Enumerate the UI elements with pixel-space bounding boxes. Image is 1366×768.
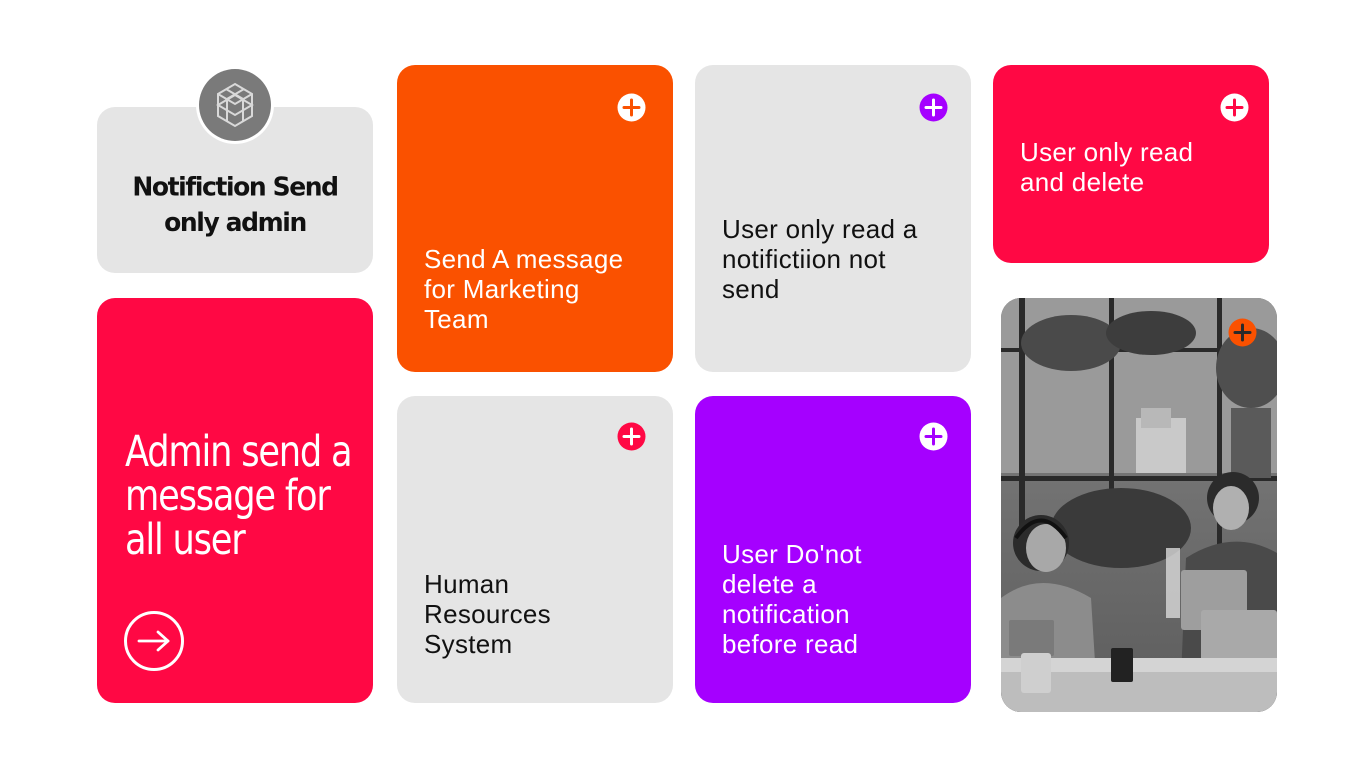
cube-knot-logo-icon: [199, 69, 271, 141]
marketing-card-text: Send A message for Marketing Team: [424, 244, 623, 334]
page-title: Notifiction Send only admin: [97, 170, 373, 241]
arrow-right-circle-icon[interactable]: [124, 611, 184, 671]
admin-card-line-2: message for: [125, 471, 331, 521]
purple-card-line-3: notification: [722, 599, 850, 629]
no-delete-before-read-card[interactable]: User Do'not delete a notification before…: [695, 396, 971, 703]
read-card-line-2: notifictiion not: [722, 244, 886, 274]
read-card-line-3: send: [722, 274, 780, 304]
delete-card-line-1: User only read: [1020, 137, 1194, 167]
office-photo: [1001, 298, 1277, 712]
admin-card-line-3: all user: [125, 515, 246, 565]
read-card-line-1: User only read a: [722, 214, 918, 244]
logo-badge: [196, 66, 274, 144]
admin-broadcast-card[interactable]: Admin send a message for all user: [97, 298, 373, 703]
plus-icon[interactable]: [919, 422, 948, 451]
plus-icon[interactable]: [1228, 318, 1257, 347]
plus-icon[interactable]: [617, 422, 646, 451]
purple-card-line-1: User Do'not: [722, 539, 862, 569]
hr-card-line-1: Human: [424, 569, 510, 599]
delete-card-text: User only read and delete: [1020, 137, 1193, 197]
title-line-2: only admin: [164, 207, 307, 238]
marketing-card-line-1: Send A message: [424, 244, 624, 274]
title-line-1: Notifiction Send: [132, 171, 339, 202]
marketing-message-card[interactable]: Send A message for Marketing Team: [397, 65, 673, 372]
plus-icon[interactable]: [617, 93, 646, 122]
plus-icon[interactable]: [919, 93, 948, 122]
office-photo-card[interactable]: [1001, 298, 1277, 712]
read-only-card[interactable]: User only read a notifictiion not send: [695, 65, 971, 372]
delete-card-line-2: and delete: [1020, 167, 1145, 197]
admin-card-heading: Admin send a message for all user: [125, 427, 353, 565]
hr-system-card[interactable]: Human Resources System: [397, 396, 673, 703]
read-card-text: User only read a notifictiion not send: [722, 214, 918, 304]
hr-card-line-3: System: [424, 629, 513, 659]
hr-card-line-2: Resources: [424, 599, 551, 629]
purple-card-text: User Do'not delete a notification before…: [722, 539, 862, 659]
purple-card-line-4: before read: [722, 629, 859, 659]
marketing-card-line-2: for Marketing: [424, 274, 580, 304]
plus-icon[interactable]: [1220, 93, 1249, 122]
purple-card-line-2: delete a: [722, 569, 817, 599]
marketing-card-line-3: Team: [424, 304, 489, 334]
read-and-delete-card[interactable]: User only read and delete: [993, 65, 1269, 263]
hr-card-text: Human Resources System: [424, 569, 551, 659]
admin-card-line-1: Admin send a: [125, 427, 353, 477]
